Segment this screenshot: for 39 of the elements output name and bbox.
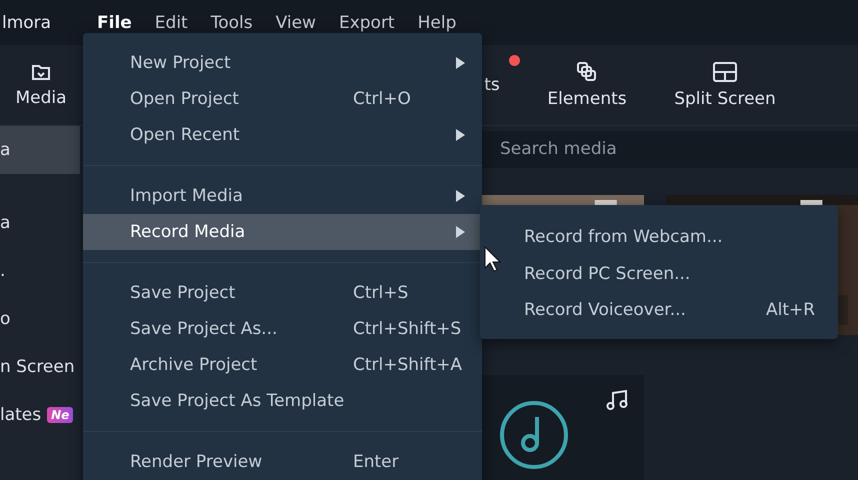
menu-item[interactable]: Record Media (83, 214, 482, 250)
menu-item[interactable]: Import Media (83, 178, 482, 214)
toolbar-tab[interactable]: Elements (522, 45, 652, 125)
menu-item[interactable]: Record from Webcam... (480, 219, 838, 256)
tab-label: Media (15, 88, 67, 108)
menu-item[interactable]: Record PC Screen... (480, 256, 838, 292)
menu-item[interactable]: Record Voiceover... Alt+R (480, 292, 838, 328)
layers-icon (576, 61, 598, 83)
sidebar-item[interactable]: . (0, 247, 80, 295)
tab-label: ts (484, 75, 500, 95)
toolbar-tab[interactable]: Split Screen (660, 45, 790, 125)
menu-item[interactable]: Archive Project Ctrl+Shift+A (83, 347, 482, 383)
menu-bar-item[interactable]: File (97, 12, 132, 32)
sidebar-item[interactable]: a (0, 126, 80, 174)
menu-item[interactable]: Save Project As Template (83, 383, 482, 419)
tab-label: Split Screen (674, 89, 776, 109)
menu-bar-item[interactable]: Export (338, 12, 395, 32)
app-title: lmora (1, 12, 52, 32)
menu-item[interactable]: Render Preview Enter (83, 444, 482, 480)
cursor-icon (484, 246, 502, 272)
menu-bar-item[interactable]: View (276, 12, 316, 32)
search-field[interactable]: Search media (480, 131, 858, 168)
audio-card[interactable] (480, 374, 644, 480)
folder-import-icon (31, 62, 51, 82)
new-badge: Ne (47, 407, 74, 423)
sidebar-item[interactable]: n Screen (0, 343, 80, 391)
menu-bar-item[interactable]: Tools (210, 12, 253, 32)
sidebar-item[interactable]: lates Ne (0, 391, 80, 439)
menu-bar-item[interactable]: Help (418, 12, 456, 32)
menu-item[interactable]: Save Project As... Ctrl+Shift+S (83, 311, 482, 347)
toolbar-tab[interactable]: Media (0, 45, 82, 125)
split-screen-icon (712, 61, 738, 83)
tab-label: Elements (547, 89, 627, 109)
sidebar-item[interactable]: a (0, 199, 80, 247)
music-notes-icon (606, 388, 630, 411)
sidebar-item[interactable]: o (0, 295, 80, 343)
menu-bar-item[interactable]: Edit (154, 12, 188, 32)
menu-item[interactable]: Save Project Ctrl+S (83, 275, 482, 311)
music-note-icon (498, 398, 570, 471)
